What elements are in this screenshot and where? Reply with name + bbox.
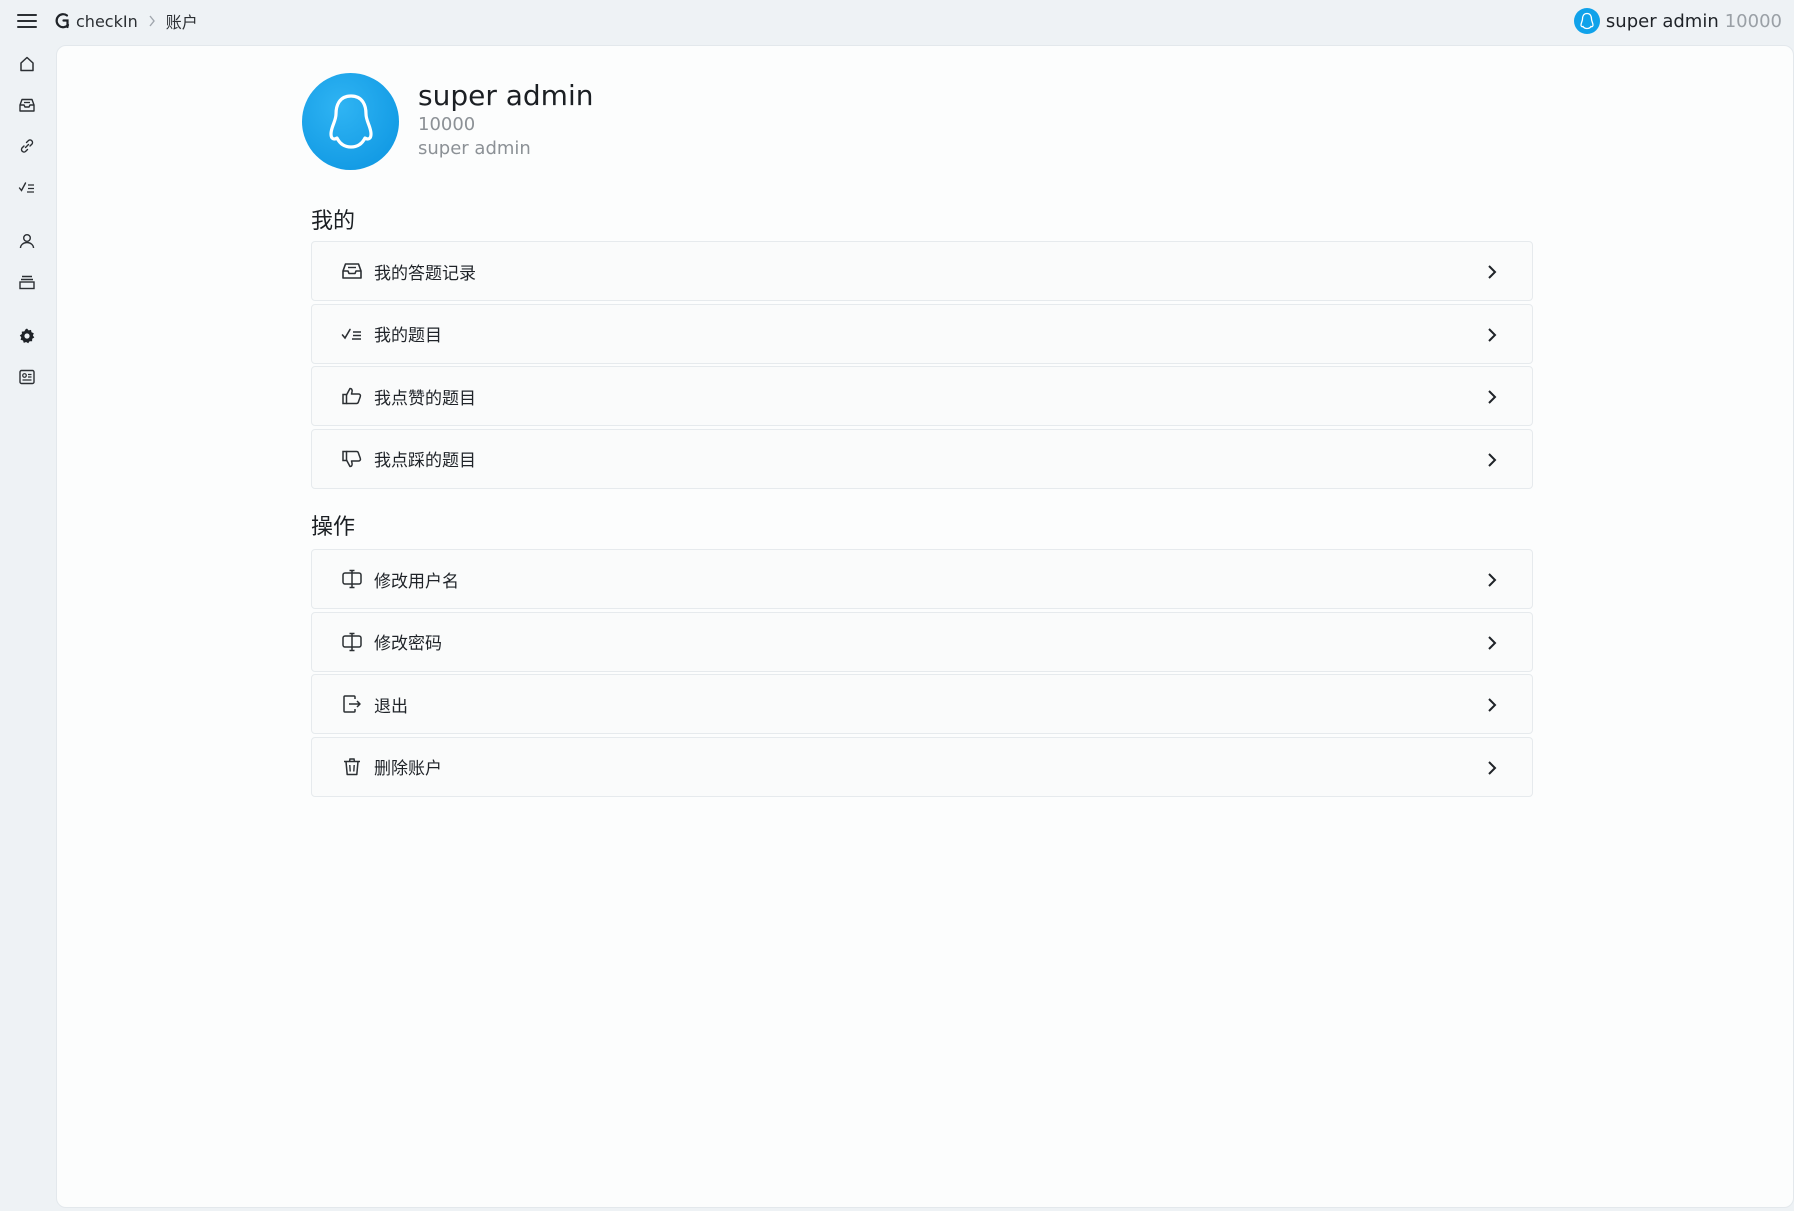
chevron-right-icon [1480, 323, 1504, 347]
inbox-icon [340, 259, 364, 283]
list-item-label: 我的答题记录 [374, 263, 476, 284]
app-logo-icon [54, 12, 72, 30]
list-item-label: 我点赞的题目 [374, 388, 476, 409]
list-item-label: 修改用户名 [374, 571, 459, 592]
avatar [302, 73, 399, 170]
chevron-right-icon [1480, 568, 1504, 592]
section-title-actions: 操作 [311, 515, 356, 540]
breadcrumb-app[interactable]: checkIn [76, 12, 138, 31]
logout-icon [340, 692, 364, 716]
user-id: 10000 [1724, 10, 1782, 32]
breadcrumb-current: 账户 [165, 13, 198, 32]
gear-icon[interactable] [15, 324, 39, 348]
chevron-right-icon [1480, 448, 1504, 472]
chevron-right-icon [1480, 385, 1504, 409]
user-chip[interactable]: super admin 10000 [1573, 8, 1782, 34]
chevron-right-icon [1480, 693, 1504, 717]
edit-icon [340, 630, 364, 654]
list-item-label: 修改密码 [374, 634, 442, 654]
list-item-disliked-questions[interactable]: 我点踩的题目 [311, 428, 1533, 489]
breadcrumb: checkIn 账户 [54, 9, 198, 33]
checklist-icon [340, 322, 364, 346]
user-icon[interactable] [15, 229, 39, 253]
list-item-label: 删除账户 [374, 759, 442, 779]
thumbs-up-icon [340, 384, 364, 408]
home-icon[interactable] [15, 52, 39, 76]
chevron-right-icon [148, 15, 156, 27]
actions-list: 修改用户名 修改密码 退出 删除账户 [311, 549, 1533, 799]
trash-icon [340, 755, 364, 779]
top-bar: checkIn 账户 super admin 10000 [0, 0, 1794, 42]
list-item-label: 退出 [374, 696, 408, 717]
account-card: super admin 10000 super admin 我的 我的答题记录 … [56, 45, 1794, 1208]
inbox-icon[interactable] [15, 93, 39, 117]
profile-subtitle: super admin [418, 137, 531, 159]
chevron-right-icon [1480, 260, 1504, 284]
checklist-icon[interactable] [15, 175, 39, 199]
avatar [1573, 8, 1600, 34]
menu-icon[interactable] [0, 0, 54, 42]
list-item-logout[interactable]: 退出 [311, 674, 1533, 734]
list-item-change-password[interactable]: 修改密码 [311, 611, 1533, 672]
mine-list: 我的答题记录 我的题目 我点赞的题目 我点踩的题目 [311, 241, 1533, 491]
list-item-answer-history[interactable]: 我的答题记录 [311, 241, 1533, 301]
list-item-delete-account[interactable]: 删除账户 [311, 736, 1533, 797]
profile-name: super admin [418, 78, 594, 112]
chevron-right-icon [1480, 756, 1504, 780]
edit-icon [340, 567, 364, 591]
profile-header: super admin 10000 super admin [302, 73, 593, 170]
list-item-change-username[interactable]: 修改用户名 [311, 549, 1533, 609]
sidebar [0, 42, 54, 1211]
link-icon[interactable] [15, 134, 39, 158]
profile-id: 10000 [418, 113, 476, 135]
list-item-my-questions[interactable]: 我的题目 [311, 303, 1533, 364]
chevron-right-icon [1480, 631, 1504, 655]
list-item-label: 我点踩的题目 [374, 451, 476, 471]
id-card-icon[interactable] [15, 365, 39, 389]
archive-icon[interactable] [15, 270, 39, 294]
list-item-label: 我的题目 [374, 326, 442, 346]
list-item-liked-questions[interactable]: 我点赞的题目 [311, 366, 1533, 426]
user-name: super admin [1605, 10, 1719, 32]
section-title-mine: 我的 [311, 209, 356, 234]
thumbs-down-icon [340, 447, 364, 471]
